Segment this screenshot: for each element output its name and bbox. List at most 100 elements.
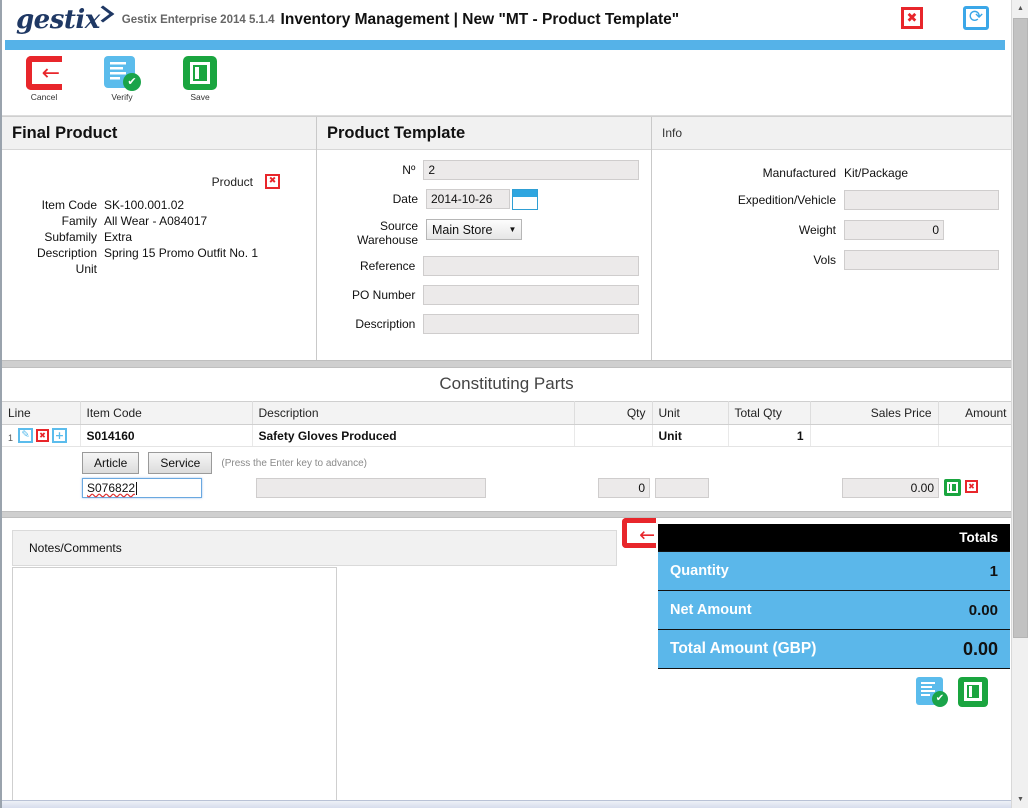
column-sales-price: Sales Price — [810, 401, 939, 425]
totals-quantity-label: Quantity — [670, 563, 729, 579]
row-line-number: 1 — [8, 433, 14, 443]
source-warehouse-select[interactable]: Main Store ▼ — [426, 219, 523, 240]
gestix-logo: gestix — [16, 5, 115, 35]
totals-row-net-amount: Net Amount 0.00 — [658, 591, 1010, 630]
reference-input[interactable] — [423, 256, 639, 276]
page-content: gestix Gestix Enterprise 2014 5.1.4 Inve… — [0, 0, 1011, 808]
product-template-panel: Product Template Nº Date Source — [317, 117, 652, 360]
row-sales-price — [810, 424, 939, 447]
number-input[interactable] — [423, 160, 639, 180]
row-weight: Weight — [664, 220, 999, 240]
row-total-qty: 1 — [728, 424, 811, 447]
calendar-icon[interactable] — [512, 189, 538, 210]
row-line-cell: 1 ✖ — [2, 424, 81, 447]
back-to-grid-button[interactable]: ← — [622, 518, 656, 548]
vols-input[interactable] — [844, 250, 999, 270]
totals-header: Totals — [658, 524, 1010, 552]
scroll-down-arrow-icon[interactable]: ▼ — [1012, 791, 1028, 808]
save-button[interactable]: Save — [172, 56, 228, 102]
line-type-buttons: Article Service (Press the Enter key to … — [2, 447, 1011, 478]
description-value: Spring 15 Promo Outfit No. 1 — [104, 246, 259, 260]
field-description: Description Spring 15 Promo Outfit No. 1 — [14, 245, 304, 261]
weight-input[interactable] — [844, 220, 944, 240]
item-code-label: Item Code — [41, 198, 97, 212]
column-total-qty: Total Qty — [728, 401, 811, 425]
row-item-code: S014160 — [80, 424, 253, 447]
column-qty: Qty — [574, 401, 653, 425]
add-row-icon[interactable] — [52, 428, 68, 443]
totals-header-label: Totals — [959, 530, 998, 545]
entry-hint: (Press the Enter key to advance) — [221, 457, 367, 469]
row-description: Description — [329, 314, 639, 334]
field-subfamily: Subfamily Extra — [14, 229, 304, 245]
back-arrow-icon: ← — [26, 56, 62, 90]
close-window-button[interactable]: ✖ — [901, 7, 923, 29]
subfamily-value: Extra — [104, 230, 133, 244]
source-warehouse-label: Source Warehouse — [329, 219, 426, 247]
back-arrow-icon: ← — [622, 518, 656, 548]
row-vols: Vols — [664, 250, 999, 270]
title-bar-actions: ✖ — [901, 6, 989, 30]
save-button-label: Save — [190, 92, 210, 102]
service-button[interactable]: Service — [148, 452, 213, 474]
source-warehouse-value: Main Store — [432, 222, 493, 237]
notes-textarea[interactable] — [12, 567, 337, 808]
scrollbar-thumb[interactable] — [1013, 18, 1028, 638]
table-header-row: Line Item Code Description Qty Unit Tota… — [2, 401, 1011, 425]
description-label: Description — [36, 246, 97, 260]
totals-net-amount-label: Net Amount — [670, 602, 752, 618]
final-product-panel: Final Product Product ✖ Item Code SK-100… — [2, 117, 317, 360]
source-warehouse-label-line1: Source — [379, 219, 418, 233]
totals-panel: Totals Quantity 1 Net Amount 0.00 Total … — [658, 524, 1010, 707]
refresh-icon[interactable] — [963, 6, 989, 30]
po-number-input[interactable] — [423, 285, 639, 305]
cancel-button[interactable]: ← Cancel — [16, 56, 72, 102]
entry-description-input[interactable] — [256, 478, 486, 498]
verify-document-icon: ✔ — [104, 56, 141, 91]
row-amount — [938, 424, 1011, 447]
title-bar: gestix Gestix Enterprise 2014 5.1.4 Inve… — [2, 0, 1011, 40]
page-title: Inventory Management | New "MT - Product… — [280, 11, 680, 28]
unit-value — [104, 261, 304, 277]
table-row[interactable]: 1 ✖ S014160 Safety Gloves Produced Unit … — [2, 424, 1011, 447]
clear-product-button[interactable]: ✖ — [265, 174, 280, 189]
totals-save-icon[interactable] — [958, 677, 988, 707]
totals-verify-icon[interactable]: ✔ — [916, 677, 948, 707]
row-unit: Unit — [652, 424, 729, 447]
info-header: Info — [652, 117, 1011, 150]
table-body: 1 ✖ S014160 Safety Gloves Produced Unit … — [2, 424, 1011, 447]
final-product-body: Product ✖ Item Code SK-100.001.02 Family… — [2, 150, 316, 277]
entry-item-code-input[interactable]: S076822 — [82, 478, 202, 498]
product-label: Product — [211, 174, 253, 189]
column-unit: Unit — [652, 401, 729, 425]
expedition-input[interactable] — [844, 190, 999, 210]
entry-sales-price-input[interactable] — [842, 478, 939, 498]
info-body: Manufactured Kit/Package Expedition/Vehi… — [652, 150, 1011, 270]
field-unit: Unit — [14, 261, 304, 277]
notes-header-label: Notes/Comments — [29, 541, 122, 555]
row-action-icons: 1 ✖ — [8, 428, 74, 443]
app-version-label: Gestix Enterprise 2014 5.1.4 — [121, 14, 275, 26]
date-label: Date — [392, 192, 418, 206]
entry-qty-input[interactable] — [598, 478, 650, 498]
row-source-warehouse: Source Warehouse Main Store ▼ — [329, 219, 639, 247]
info-panel: Info Manufactured Kit/Package Expedition… — [652, 117, 1011, 360]
template-description-input[interactable] — [423, 314, 639, 334]
application-window: ▲ ▼ gestix Gestix Enterprise 2014 5.1.4 … — [0, 0, 1028, 808]
date-input[interactable] — [426, 189, 510, 209]
entry-cancel-icon[interactable]: ✖ — [965, 480, 978, 493]
verify-button-label: Verify — [111, 92, 133, 102]
delete-row-icon[interactable]: ✖ — [36, 429, 50, 442]
article-button[interactable]: Article — [82, 452, 140, 474]
item-code-value: SK-100.001.02 — [104, 198, 185, 212]
final-product-title: Final Product — [12, 123, 118, 142]
edit-row-icon[interactable] — [18, 428, 34, 443]
row-expedition: Expedition/Vehicle — [664, 190, 999, 210]
scroll-up-arrow-icon[interactable]: ▲ — [1012, 0, 1028, 17]
page-scrollbar[interactable]: ▲ ▼ — [1011, 0, 1028, 808]
verify-button[interactable]: ✔ Verify — [94, 56, 150, 102]
entry-confirm-save-icon[interactable] — [944, 479, 961, 496]
entry-item-code-value: S076822 — [87, 481, 136, 495]
totals-total-amount-label: Total Amount (GBP) — [670, 640, 817, 657]
entry-unit-input[interactable] — [655, 478, 709, 498]
